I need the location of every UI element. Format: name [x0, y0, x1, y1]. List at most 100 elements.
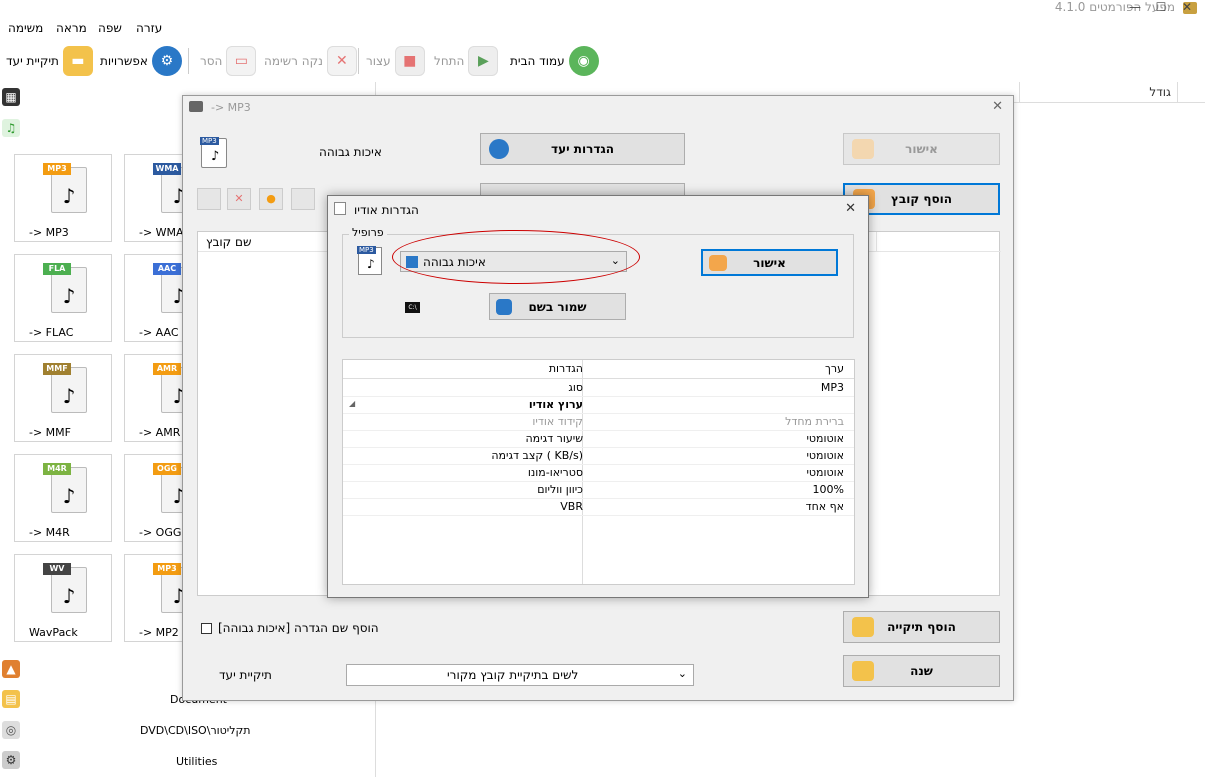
- format-tile[interactable]: WV ♪ WavPack: [14, 554, 112, 642]
- setting-name: סוג: [568, 381, 583, 394]
- homepage-button[interactable]: ◉ עמוד הבית: [510, 43, 599, 79]
- close-button[interactable]: ✕: [1172, 0, 1202, 14]
- format-name: WavPack: [29, 626, 78, 639]
- settings-row[interactable]: ◢ ערוץ אודיו: [343, 397, 854, 414]
- menu-task[interactable]: משימה: [8, 21, 43, 35]
- utilities-category-label[interactable]: Utilities: [176, 755, 217, 768]
- settings-row[interactable]: VBR אף אחד: [343, 499, 854, 516]
- stop-button[interactable]: ■ עצור: [366, 43, 425, 79]
- ok-arrow-icon: [709, 254, 727, 271]
- format-name: -> MP3: [29, 226, 69, 239]
- dest-folder-label: תיקיית יעד: [219, 668, 272, 682]
- conversion-title: -> MP3: [211, 101, 251, 114]
- picture-category-icon[interactable]: ▲: [2, 660, 20, 678]
- options-button[interactable]: ⚙ אפשרויות: [100, 43, 182, 79]
- utilities-category-icon[interactable]: ⚙: [2, 751, 20, 769]
- ok-arrow-icon: [852, 139, 874, 159]
- setting-value: 100%: [812, 483, 844, 496]
- annotation-ellipse: [392, 230, 640, 284]
- target-folder-button[interactable]: ▬ תיקיית יעד: [6, 43, 93, 79]
- settings-row[interactable]: סטריאו-מונו אוטומטי: [343, 465, 854, 482]
- file-name-header[interactable]: שם קובץ: [206, 235, 251, 249]
- media-icon: ♪: [62, 484, 76, 508]
- profile-label: פרופיל: [349, 226, 387, 239]
- title-bar: 4.1.0 מפעל הפורמטים — ☐ ✕: [0, 0, 1205, 18]
- menu-view[interactable]: מראה: [56, 21, 87, 35]
- format-name: -> MP2: [139, 626, 179, 639]
- profile-file-icon: MP3 ♪: [357, 246, 382, 275]
- play-icon[interactable]: ●: [259, 188, 283, 210]
- audio-category-icon[interactable]: ♫: [2, 119, 20, 137]
- col-value[interactable]: ערך: [594, 362, 844, 375]
- toolbar-separator: [358, 48, 359, 74]
- rom-category-label[interactable]: DVD\CD\ISO\תקליטור: [140, 724, 251, 737]
- column-header-size[interactable]: גודל: [1019, 82, 1177, 103]
- format-tag: MP3: [43, 163, 71, 175]
- format-name: -> AMR: [139, 426, 181, 439]
- format-tag: FLA: [43, 263, 71, 275]
- format-tile[interactable]: FLA ♪ -> FLAC: [14, 254, 112, 342]
- gear-icon: ⚙: [151, 46, 182, 76]
- ok-button[interactable]: אישור: [843, 133, 1000, 165]
- small-toolbar: ✕ ●: [197, 188, 317, 212]
- settings-row[interactable]: שיעור דגימה אוטומטי: [343, 431, 854, 448]
- settings-row[interactable]: קצב דגימה ( KB/s) אוטומטי: [343, 448, 854, 465]
- setting-name: קידוד אודיו: [532, 415, 583, 428]
- setting-value: אוטומטי: [806, 449, 844, 462]
- settings-row[interactable]: כיוון ווליום 100%: [343, 482, 854, 499]
- video-category-icon[interactable]: ▦: [2, 88, 20, 106]
- format-tile[interactable]: M4R ♪ -> M4R: [14, 454, 112, 542]
- output-settings-button[interactable]: הגדרות יעד: [480, 133, 685, 165]
- chevron-down-icon: ⌄: [677, 667, 687, 680]
- setting-name: שיעור דגימה: [525, 432, 584, 445]
- clear-icon[interactable]: ✕: [227, 188, 251, 210]
- clear-icon: ✕: [326, 46, 357, 76]
- start-button[interactable]: ▶ התחל: [434, 43, 499, 79]
- settings-row[interactable]: קידוד אודיו ברירת מחדל: [343, 414, 854, 431]
- menu-language[interactable]: שפה: [98, 21, 122, 35]
- settings-row[interactable]: סוג MP3: [343, 380, 854, 397]
- media-icon: ♪: [62, 284, 76, 308]
- remove-button[interactable]: ▭ הסר: [200, 43, 257, 79]
- collapse-icon[interactable]: ◢: [349, 399, 355, 408]
- format-tile[interactable]: MMF ♪ -> MMF: [14, 354, 112, 442]
- format-name: -> OGG: [139, 526, 182, 539]
- document-category-icon[interactable]: ▤: [2, 690, 20, 708]
- rom-category-icon[interactable]: ◎: [2, 721, 20, 739]
- format-tag: WMA: [153, 163, 181, 175]
- setting-name: VBR: [560, 500, 583, 513]
- cmd-icon: C:\: [405, 302, 420, 313]
- media-icon: ♪: [62, 384, 76, 408]
- setting-value: ברירת מחדל: [785, 415, 844, 428]
- mp3-file-icon: MP3 ♪: [200, 137, 227, 168]
- format-name: -> FLAC: [29, 326, 74, 339]
- change-icon: [852, 661, 874, 681]
- format-name: -> AAC: [139, 326, 179, 339]
- audio-ok-button[interactable]: אישור: [701, 249, 838, 276]
- header-divider: [876, 232, 877, 252]
- toolbar: ▬ תיקיית יעד ⚙ אפשרויות ▭ הסר ✕ נקה רשימ…: [0, 40, 1205, 82]
- format-tag: MP3: [153, 563, 181, 575]
- format-tag: OGG: [153, 463, 181, 475]
- floppy-icon: [496, 298, 512, 315]
- clear-list-button[interactable]: ✕ נקה רשימה: [264, 43, 357, 79]
- append-setting-checkbox[interactable]: [201, 623, 212, 634]
- dest-folder-select[interactable]: לשים בתיקיית קובץ מקורי ⌄: [346, 664, 694, 686]
- col-settings[interactable]: הגדרות: [549, 362, 583, 375]
- close-icon[interactable]: ✕: [992, 99, 1003, 114]
- window-icon: [189, 101, 203, 112]
- menu-help[interactable]: עזרה: [136, 21, 162, 35]
- stop-icon: ■: [394, 46, 425, 76]
- format-tag: M4R: [43, 463, 71, 475]
- change-button[interactable]: שנה: [843, 655, 1000, 687]
- format-tag: MMF: [43, 363, 71, 375]
- media-icon: ♪: [62, 584, 76, 608]
- remove-icon[interactable]: [197, 188, 221, 210]
- add-folder-button[interactable]: הוסף תיקייה: [843, 611, 1000, 643]
- setting-value: אף אחד: [805, 500, 844, 513]
- info-icon[interactable]: [291, 188, 315, 210]
- save-as-button[interactable]: שמור בשם: [489, 293, 626, 320]
- close-icon[interactable]: ✕: [845, 201, 856, 216]
- format-name: -> WMA: [139, 226, 184, 239]
- format-tile[interactable]: MP3 ♪ -> MP3: [14, 154, 112, 242]
